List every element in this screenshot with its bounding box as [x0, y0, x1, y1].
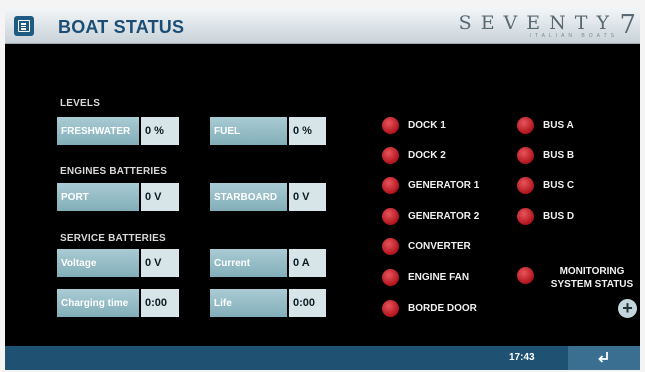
voltage-field: Voltage 0 V [57, 249, 179, 277]
status-borde-door: BORDE DOOR [382, 300, 477, 317]
back-button[interactable] [568, 346, 640, 370]
starboard-value: 0 V [289, 183, 326, 211]
page-title: BOAT STATUS [58, 17, 185, 37]
status-label: BUS C [543, 180, 575, 191]
voltage-value: 0 V [141, 249, 179, 277]
status-label: GENERATOR 2 [408, 211, 480, 222]
status-label: BORDE DOOR [408, 303, 477, 314]
status-engine-fan: ENGINE FAN [382, 269, 469, 286]
status-indicator-icon [382, 147, 399, 164]
port-label: PORT [57, 183, 139, 211]
footer-bar: 17:43 [5, 346, 640, 370]
monitoring-system-status-label: MONITORING SYSTEM STATUS [542, 265, 640, 291]
status-label: BUS A [543, 120, 574, 131]
header-bar: BOAT STATUS SEVENTY 7 ITALIAN BOATS [5, 8, 640, 44]
status-generator-1: GENERATOR 1 [382, 177, 479, 194]
status-bus-a: BUS A [517, 117, 574, 134]
menu-icon [18, 20, 30, 32]
clock: 17:43 [509, 352, 535, 363]
freshwater-field: FRESHWATER 0 % [57, 117, 179, 145]
status-label: DOCK 2 [408, 150, 446, 161]
levels-label: LEVELS [60, 98, 101, 109]
status-indicator-icon [382, 208, 399, 225]
life-field: Life 0:00 [210, 289, 326, 317]
status-generator-2: GENERATOR 2 [382, 208, 479, 225]
status-label: ENGINE FAN [408, 272, 470, 283]
monitoring-line-2: SYSTEM STATUS [550, 279, 634, 290]
current-field: Current 0 A [210, 249, 326, 277]
port-value: 0 V [141, 183, 179, 211]
status-indicator-icon [517, 177, 534, 194]
status-dock-1: DOCK 1 [382, 117, 446, 134]
status-indicator-icon [382, 238, 399, 255]
port-field: PORT 0 V [57, 183, 179, 211]
life-label: Life [210, 289, 287, 317]
fuel-field: FUEL 0 % [210, 117, 326, 145]
monitoring-line-1: MONITORING [559, 266, 625, 277]
status-converter: CONVERTER [382, 238, 471, 255]
fuel-label: FUEL [210, 117, 287, 145]
freshwater-value: 0 % [141, 117, 179, 145]
status-label: DOCK 1 [408, 120, 446, 131]
service-batteries-label: SERVICE BATTERIES [60, 233, 166, 244]
brand-logo: SEVENTY [458, 12, 618, 34]
charging-time-field: Charging time 0:00 [57, 289, 179, 317]
current-label: Current [210, 249, 287, 277]
voltage-label: Voltage [57, 249, 139, 277]
starboard-label: STARBOARD [210, 183, 287, 211]
status-bus-d: BUS D [517, 208, 574, 225]
life-value: 0:00 [289, 289, 326, 317]
status-indicator-icon [382, 300, 399, 317]
status-bus-c: BUS C [517, 177, 574, 194]
status-indicator-icon [517, 117, 534, 134]
freshwater-label: FRESHWATER [57, 117, 139, 145]
status-indicator-icon [517, 208, 534, 225]
charging-time-label: Charging time [57, 289, 139, 317]
status-indicator-icon [382, 269, 399, 286]
starboard-field: STARBOARD 0 V [210, 183, 326, 211]
status-indicator-icon [382, 177, 399, 194]
add-icon[interactable]: + [618, 299, 637, 318]
fuel-value: 0 % [289, 117, 326, 145]
status-label: BUS B [543, 150, 575, 161]
brand-logo-number: 7 [619, 10, 636, 40]
status-label: BUS D [543, 211, 575, 222]
status-label: GENERATOR 1 [408, 180, 480, 191]
charging-time-value: 0:00 [141, 289, 179, 317]
status-monitoring [517, 267, 534, 284]
status-label: CONVERTER [408, 241, 471, 252]
status-indicator-icon [517, 147, 534, 164]
current-value: 0 A [289, 249, 326, 277]
status-bus-b: BUS B [517, 147, 574, 164]
status-indicator-icon [382, 117, 399, 134]
status-dock-2: DOCK 2 [382, 147, 446, 164]
return-arrow-icon [598, 352, 608, 363]
status-indicator-icon [517, 267, 534, 284]
brand-logo-subtitle: ITALIAN BOATS [529, 33, 618, 39]
menu-button[interactable] [14, 16, 34, 36]
boat-status-screen: BOAT STATUS SEVENTY 7 ITALIAN BOATS LEVE… [5, 8, 640, 370]
engines-batteries-label: ENGINES BATTERIES [60, 166, 168, 177]
